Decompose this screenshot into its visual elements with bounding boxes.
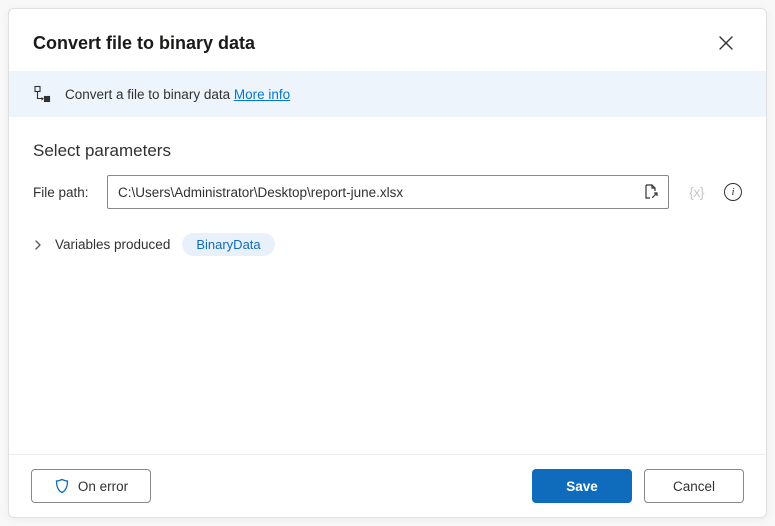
spacer [9,256,766,454]
variables-toggle[interactable] [33,240,43,250]
variables-produced-label: Variables produced [55,237,170,252]
dialog-title: Convert file to binary data [33,33,255,54]
file-path-input[interactable] [118,185,640,200]
browse-file-button[interactable] [640,181,662,203]
variables-produced-row: Variables produced BinaryData [9,209,766,256]
file-path-row: File path: {x} i [9,175,766,209]
file-path-label: File path: [33,185,95,200]
close-button[interactable] [710,27,742,59]
dialog-footer: On error Save Cancel [9,454,766,517]
close-icon [719,36,733,50]
chevron-right-icon [33,240,43,250]
info-icon: i [731,186,734,198]
dialog-header: Convert file to binary data [9,9,766,71]
section-heading: Select parameters [9,117,766,175]
file-path-input-wrap [107,175,669,209]
shield-icon [54,478,70,494]
cancel-button[interactable]: Cancel [644,469,744,503]
file-path-info-button[interactable]: i [724,183,742,201]
insert-variable-button[interactable]: {x} [681,184,706,200]
info-bar: Convert a file to binary data More info [9,71,766,117]
dialog-convert-file-to-binary: Convert file to binary data Convert a fi… [8,8,767,518]
info-bar-text-wrap: Convert a file to binary data More info [65,87,290,102]
convert-binary-icon [33,85,51,103]
file-select-icon [642,183,660,201]
save-button[interactable]: Save [532,469,632,503]
info-bar-text: Convert a file to binary data [65,87,234,102]
on-error-button[interactable]: On error [31,469,151,503]
variable-pill-binarydata[interactable]: BinaryData [182,233,274,256]
more-info-link[interactable]: More info [234,87,290,102]
on-error-label: On error [78,479,128,494]
